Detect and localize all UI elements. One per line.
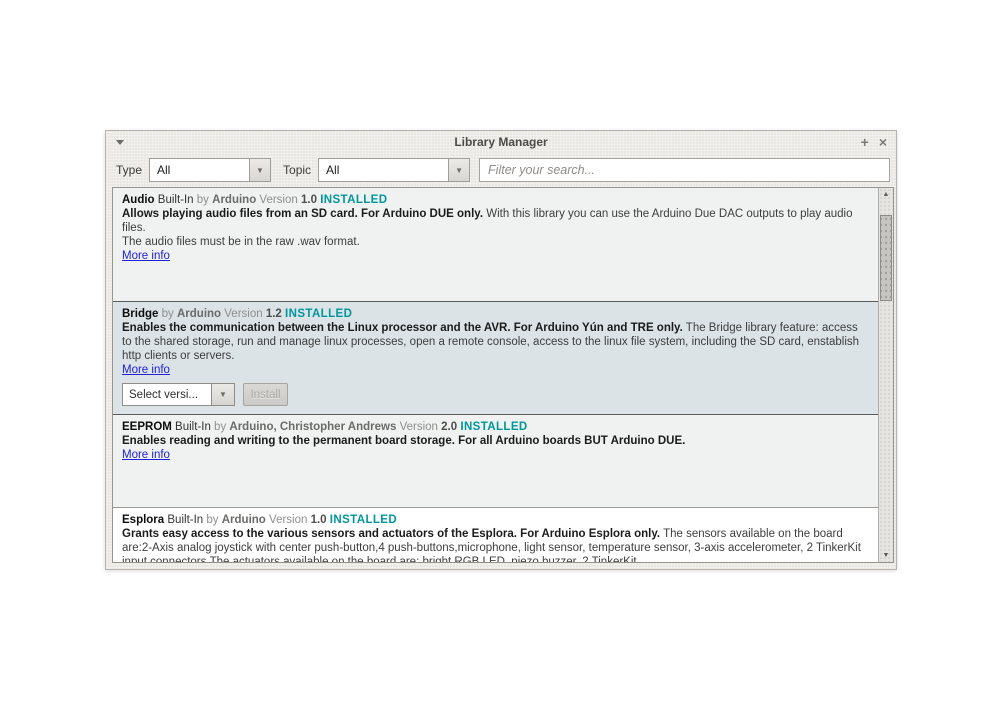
by-label: by	[162, 308, 174, 320]
chevron-down-icon[interactable]: ▼	[448, 158, 470, 182]
library-description: Allows playing audio files from an SD ca…	[122, 207, 866, 235]
library-name: Bridge	[122, 308, 158, 320]
library-version: 1.0	[301, 194, 317, 206]
library-name: EEPROM	[122, 421, 172, 433]
search-input[interactable]	[479, 158, 890, 182]
window-title: Library Manager	[106, 135, 896, 149]
filter-toolbar: Type All ▼ Topic All ▼	[106, 153, 896, 187]
library-name: Audio	[122, 194, 155, 206]
library-version: 2.0	[441, 421, 457, 433]
by-label: by	[206, 514, 218, 526]
library-title-line: Esplora Built-In by Arduino Version 1.0 …	[122, 513, 866, 527]
installed-badge: INSTALLED	[460, 421, 527, 433]
scrollbar-thumb[interactable]	[880, 215, 892, 301]
window-controls: + ×	[861, 133, 887, 151]
more-info-link[interactable]: More info	[122, 249, 170, 263]
version-label: Version	[259, 194, 297, 206]
chevron-down-icon[interactable]: ▼	[249, 158, 271, 182]
description-bold: Enables reading and writing to the perma…	[122, 435, 685, 447]
chevron-down-icon[interactable]: ▼	[212, 383, 235, 406]
more-info-link[interactable]: More info	[122, 363, 170, 377]
topic-select-value: All	[318, 158, 448, 182]
topic-label: Topic	[283, 163, 311, 177]
description-bold: Enables the communication between the Li…	[122, 322, 683, 334]
type-select[interactable]: All ▼	[149, 158, 271, 182]
library-name: Esplora	[122, 514, 164, 526]
installed-badge: INSTALLED	[285, 308, 352, 320]
install-button[interactable]: Install	[243, 383, 288, 406]
installed-badge: INSTALLED	[320, 194, 387, 206]
library-author: Arduino	[222, 514, 266, 526]
topic-select[interactable]: All ▼	[318, 158, 470, 182]
description-bold: Grants easy access to the various sensor…	[122, 528, 660, 540]
by-label: by	[214, 421, 226, 433]
library-builtin: Built-In	[175, 421, 211, 433]
list-item[interactable]: Esplora Built-In by Arduino Version 1.0 …	[113, 508, 878, 562]
library-builtin: Built-In	[158, 194, 194, 206]
description-bold: Allows playing audio files from an SD ca…	[122, 208, 483, 220]
library-title-line: Bridge by Arduino Version 1.2 INSTALLED	[122, 307, 866, 321]
library-title-line: EEPROM Built-In by Arduino, Christopher …	[122, 420, 866, 434]
library-manager-window: Library Manager + × Type All ▼ Topic All…	[105, 130, 897, 570]
list-item[interactable]: EEPROM Built-In by Arduino, Christopher …	[113, 415, 878, 508]
by-label: by	[197, 194, 209, 206]
library-version: 1.0	[311, 514, 327, 526]
library-list: Audio Built-In by Arduino Version 1.0 IN…	[112, 187, 894, 563]
close-button[interactable]: ×	[879, 133, 887, 151]
more-info-link[interactable]: More info	[122, 448, 170, 462]
version-label: Version	[400, 421, 438, 433]
type-select-value: All	[149, 158, 249, 182]
version-label: Version	[269, 514, 307, 526]
library-description-line2: The audio files must be in the raw .wav …	[122, 235, 866, 249]
library-author: Arduino	[212, 194, 256, 206]
installed-badge: INSTALLED	[330, 514, 397, 526]
scroll-up-icon[interactable]: ▲	[879, 191, 893, 198]
library-author: Arduino, Christopher Andrews	[229, 421, 396, 433]
install-controls: Select versi... ▼ Install	[122, 383, 866, 406]
vertical-scrollbar[interactable]: ▲ ▼	[878, 188, 893, 562]
library-version: 1.2	[266, 308, 282, 320]
maximize-button[interactable]: +	[861, 133, 869, 151]
library-author: Arduino	[177, 308, 221, 320]
library-builtin: Built-In	[167, 514, 203, 526]
version-select[interactable]: Select versi...	[122, 383, 212, 406]
library-entries: Audio Built-In by Arduino Version 1.0 IN…	[113, 188, 878, 562]
version-label: Version	[224, 308, 262, 320]
list-item[interactable]: Audio Built-In by Arduino Version 1.0 IN…	[113, 188, 878, 302]
scroll-down-icon[interactable]: ▼	[879, 552, 893, 559]
library-description: Grants easy access to the various sensor…	[122, 527, 866, 562]
library-description: Enables the communication between the Li…	[122, 321, 866, 363]
type-label: Type	[116, 163, 142, 177]
library-title-line: Audio Built-In by Arduino Version 1.0 IN…	[122, 193, 866, 207]
title-bar: Library Manager + ×	[106, 131, 896, 153]
library-description: Enables reading and writing to the perma…	[122, 434, 866, 448]
list-item-selected[interactable]: Bridge by Arduino Version 1.2 INSTALLED …	[113, 302, 878, 415]
